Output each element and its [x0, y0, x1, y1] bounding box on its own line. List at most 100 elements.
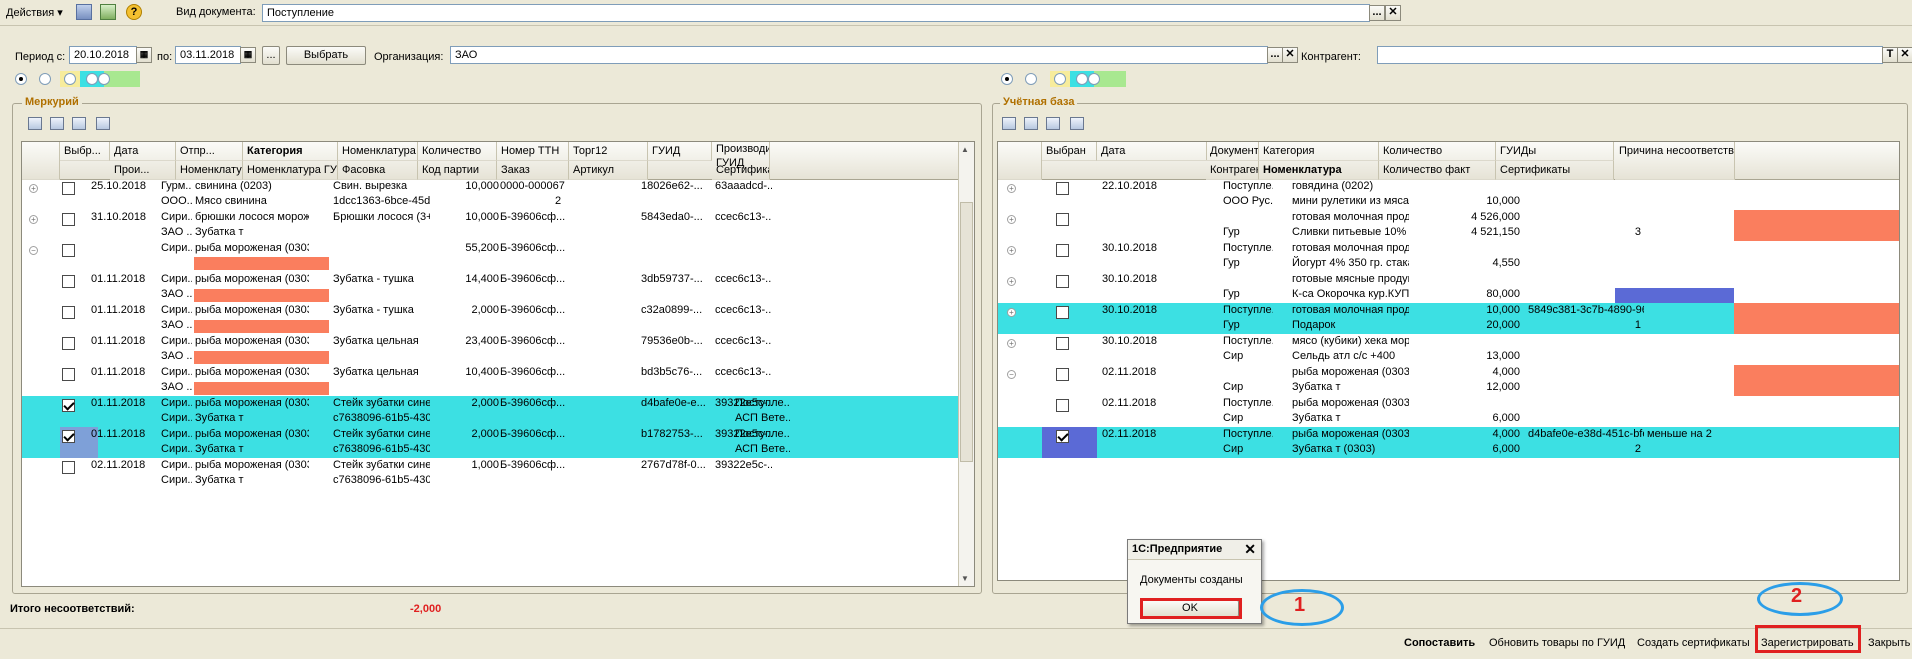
col-subheader[interactable]: Прои...	[110, 161, 176, 180]
doc-type-clear-button[interactable]: ✕	[1385, 5, 1401, 21]
row-checkbox[interactable]	[62, 182, 75, 195]
filter-yellow-left[interactable]	[60, 71, 80, 87]
org-clear-button[interactable]: ✕	[1282, 47, 1298, 63]
find-next-right-icon[interactable]	[1070, 117, 1084, 130]
col-subheader[interactable]: Заказ	[497, 161, 569, 180]
actions-menu[interactable]: Действия ▾	[6, 6, 63, 19]
mercury-scroll-thumb[interactable]	[960, 202, 973, 462]
expand-icon[interactable]: +	[1007, 184, 1016, 193]
copy-rows-icon[interactable]	[50, 117, 64, 130]
col-header[interactable]: Дата	[1097, 142, 1207, 161]
row-checkbox[interactable]	[1056, 337, 1069, 350]
export-icon[interactable]	[100, 4, 116, 20]
col-subheader[interactable]: Сертификаты	[1496, 161, 1614, 180]
col-subheader[interactable]: Код партии	[418, 161, 497, 180]
col-header[interactable]: Номенклатура строкой	[338, 142, 418, 161]
row-checkbox[interactable]	[62, 213, 75, 226]
row-checkbox[interactable]	[62, 368, 75, 381]
row-checkbox[interactable]	[1056, 306, 1069, 319]
update-by-guid-button[interactable]: Обновить товары по ГУИД	[1489, 637, 1625, 651]
period-browse-button[interactable]: ...	[262, 46, 280, 65]
doc-type-field[interactable]: Поступление	[262, 4, 1370, 22]
expand-icon[interactable]: −	[29, 246, 38, 255]
expand-icon[interactable]: +	[29, 184, 38, 193]
org-browse-button[interactable]: ...	[1267, 47, 1283, 63]
col-header[interactable]: Дата	[110, 142, 176, 161]
dialog-close-icon[interactable]: ✕	[1244, 541, 1256, 558]
filter-radio-empty-left[interactable]	[39, 73, 51, 85]
filter-radio-all-right[interactable]	[1001, 73, 1013, 85]
expand-icon[interactable]: +	[1007, 339, 1016, 348]
close-button[interactable]: Закрыть	[1868, 637, 1910, 651]
col-header[interactable]: Категория	[1259, 142, 1379, 161]
select-all-icon[interactable]	[28, 117, 42, 130]
col-header[interactable]: Отпр...	[176, 142, 243, 161]
choose-button[interactable]: Выбрать	[286, 46, 366, 65]
col-header[interactable]: ГУИДы	[1496, 142, 1614, 161]
row-checkbox[interactable]	[62, 337, 75, 350]
row-checkbox[interactable]	[1056, 275, 1069, 288]
col-header[interactable]: Причина несоответствия	[1615, 142, 1735, 180]
col-header[interactable]: Категория	[243, 142, 338, 161]
find-next-icon[interactable]	[96, 117, 110, 130]
select-all-right-icon[interactable]	[1002, 117, 1016, 130]
col-subheader[interactable]: Контрагент	[1206, 161, 1259, 180]
filter-yellow-right[interactable]	[1050, 71, 1070, 87]
row-checkbox[interactable]	[62, 275, 75, 288]
expand-icon[interactable]: +	[1007, 277, 1016, 286]
filter-green-right[interactable]	[1088, 71, 1126, 87]
row-checkbox[interactable]	[1056, 182, 1069, 195]
filter-radio-empty-right[interactable]	[1025, 73, 1037, 85]
cell-date: 01.11.2018	[91, 397, 146, 409]
col-header[interactable]: Количество	[418, 142, 497, 161]
row-checkbox[interactable]	[62, 461, 75, 474]
contractor-field[interactable]	[1377, 46, 1883, 64]
create-certificates-button[interactable]: Создать сертификаты	[1637, 637, 1750, 651]
row-checkbox[interactable]	[62, 399, 75, 412]
expand-icon[interactable]: +	[1007, 215, 1016, 224]
match-button[interactable]: Сопоставить	[1404, 637, 1475, 651]
period-to-field[interactable]: 03.11.2018	[175, 46, 241, 64]
expand-icon[interactable]: −	[1007, 370, 1016, 379]
row-checkbox[interactable]	[1056, 399, 1069, 412]
expand-icon[interactable]: +	[1007, 246, 1016, 255]
col-subheader[interactable]: Артикул	[569, 161, 648, 180]
col-header[interactable]: Выбран	[1042, 142, 1097, 161]
col-header[interactable]: Торг12	[569, 142, 648, 161]
expand-icon[interactable]: +	[1007, 308, 1016, 317]
row-checkbox[interactable]	[62, 430, 75, 443]
expand-icon[interactable]: +	[29, 215, 38, 224]
row-checkbox[interactable]	[62, 244, 75, 257]
col-subheader[interactable]: Фасовка	[338, 161, 418, 180]
row-checkbox[interactable]	[1056, 368, 1069, 381]
row-checkbox[interactable]	[1056, 430, 1069, 443]
col-subheader[interactable]: Сертификат	[712, 161, 770, 180]
copy-icon[interactable]	[76, 4, 92, 20]
doc-type-browse-button[interactable]: ...	[1369, 5, 1385, 21]
col-header[interactable]: ГУИД	[648, 142, 712, 161]
find-icon[interactable]	[72, 117, 86, 130]
help-icon[interactable]: ?	[126, 4, 142, 20]
col-subheader[interactable]: Количество факт	[1379, 161, 1496, 180]
contractor-clear-button[interactable]: ✕	[1897, 47, 1912, 63]
col-header[interactable]: Документ	[1206, 142, 1259, 161]
col-subheader[interactable]: Номенклатура	[1259, 161, 1379, 180]
col-header[interactable]: Номер ТТН	[497, 142, 569, 161]
row-checkbox[interactable]	[1056, 244, 1069, 257]
org-field[interactable]: ЗАО	[450, 46, 1268, 64]
col-header[interactable]: Количество	[1379, 142, 1496, 161]
row-checkbox[interactable]	[62, 306, 75, 319]
col-header[interactable]: Выбр...	[60, 142, 110, 161]
find-right-icon[interactable]	[1046, 117, 1060, 130]
contractor-text-button[interactable]: T	[1882, 47, 1898, 63]
mercury-scrollbar[interactable]: ▲ ▼	[958, 142, 974, 586]
col-subheader[interactable]: Номенклатура ГУИД	[243, 161, 338, 180]
col-subheader[interactable]: Номенклатура	[176, 161, 243, 180]
row-checkbox[interactable]	[1056, 213, 1069, 226]
calendar-to-icon[interactable]: ▦	[240, 47, 256, 63]
filter-radio-all-left[interactable]	[15, 73, 27, 85]
filter-green-left[interactable]	[98, 71, 140, 87]
period-from-field[interactable]: 20.10.2018	[69, 46, 137, 64]
copy-rows-right-icon[interactable]	[1024, 117, 1038, 130]
calendar-from-icon[interactable]: ▦	[136, 47, 152, 63]
